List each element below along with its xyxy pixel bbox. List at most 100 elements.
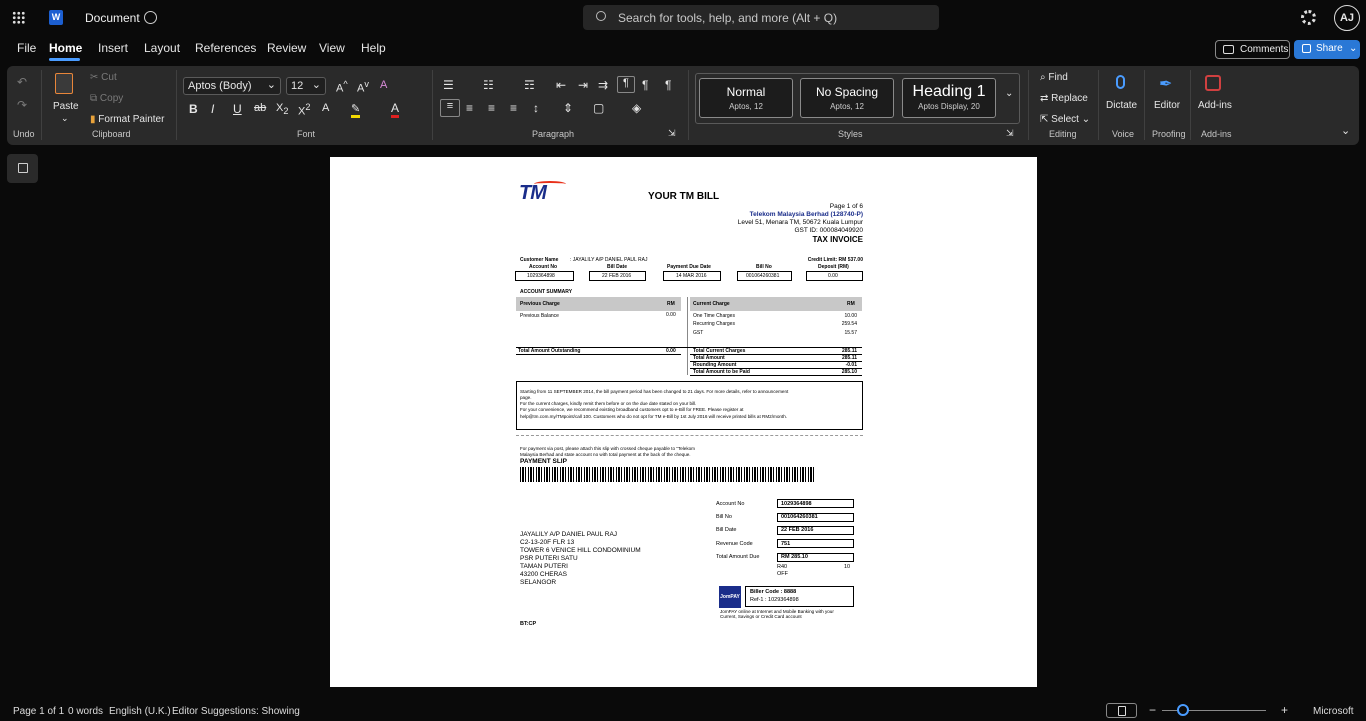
- app-launcher-icon[interactable]: [12, 11, 25, 24]
- zoom-out-icon[interactable]: −: [1149, 703, 1156, 717]
- menu-references[interactable]: References: [195, 41, 256, 55]
- menu-help[interactable]: Help: [361, 41, 386, 55]
- find-button[interactable]: ⌕ Find: [1040, 72, 1068, 83]
- borders-icon[interactable]: ▢: [593, 101, 604, 115]
- paragraph-spacing-icon[interactable]: ⇕: [563, 101, 573, 115]
- editor-suggestions[interactable]: Editor Suggestions: Showing: [172, 706, 300, 717]
- share-button[interactable]: Share ⌄: [1294, 40, 1360, 59]
- menu-file[interactable]: File: [17, 41, 36, 55]
- align-right-icon[interactable]: ≡: [488, 101, 495, 115]
- strikethrough-icon[interactable]: ab: [254, 102, 266, 114]
- style-heading-1[interactable]: Heading 1 Aptos Display, 20: [902, 78, 996, 118]
- highlight-icon[interactable]: ✎: [351, 102, 361, 118]
- line-spacing-icon[interactable]: ↕: [533, 101, 539, 115]
- settings-gear-icon[interactable]: [1301, 10, 1316, 25]
- slip-label: Account No: [716, 501, 745, 507]
- styles-launcher-icon[interactable]: ⇲: [1006, 128, 1014, 139]
- replace-button[interactable]: ⇄ Replace: [1040, 93, 1088, 104]
- multilevel-list-icon[interactable]: ☶: [524, 78, 535, 92]
- cut-line: [516, 435, 863, 436]
- focus-view-icon[interactable]: [1106, 703, 1137, 718]
- font-color-icon[interactable]: A: [391, 101, 400, 118]
- ltr-icon[interactable]: ⇉: [598, 78, 608, 92]
- numbering-icon[interactable]: ☷: [483, 78, 494, 92]
- font-name-select[interactable]: Aptos (Body) ⌄: [183, 77, 281, 95]
- ribbon-collapse-icon[interactable]: ⌄: [1341, 124, 1350, 137]
- search-placeholder: Search for tools, help, and more (Alt + …: [618, 11, 838, 25]
- decrease-indent-icon[interactable]: ⇤: [556, 78, 566, 92]
- editor-pen-icon[interactable]: ✒: [1159, 74, 1172, 94]
- menu-review[interactable]: Review: [267, 41, 306, 55]
- microphone-icon[interactable]: [1116, 75, 1125, 89]
- style-normal[interactable]: Normal Aptos, 12: [699, 78, 793, 118]
- search-box[interactable]: Search for tools, help, and more (Alt + …: [583, 5, 939, 30]
- editor-button[interactable]: Editor: [1154, 100, 1180, 111]
- shrink-font-icon[interactable]: Av: [357, 79, 369, 95]
- cut-button[interactable]: ✂ Cut: [90, 72, 117, 83]
- replace-icon: ⇄: [1040, 93, 1049, 104]
- superscript-icon[interactable]: X2: [298, 102, 310, 118]
- italic-icon[interactable]: I: [211, 102, 214, 116]
- bullets-icon[interactable]: ☰: [443, 78, 454, 92]
- rtl-icon[interactable]: ¶: [642, 78, 648, 92]
- language[interactable]: English (U.K.): [109, 706, 171, 717]
- deposit-value: 0.00: [828, 273, 838, 279]
- grow-font-icon[interactable]: A^: [336, 79, 348, 95]
- bold-icon[interactable]: B: [189, 102, 198, 116]
- paste-dropdown-icon[interactable]: ⌄: [61, 113, 69, 124]
- zoom-thumb[interactable]: [1177, 704, 1189, 716]
- subscript-icon[interactable]: X2: [276, 102, 288, 116]
- underline-icon[interactable]: U: [233, 102, 242, 116]
- font-size-select[interactable]: 12 ⌄: [286, 77, 326, 95]
- show-marks-icon[interactable]: ¶: [665, 78, 671, 92]
- page-count[interactable]: Page 1 of 1: [13, 706, 64, 717]
- paragraph-launcher-icon[interactable]: ⇲: [668, 128, 676, 139]
- shading-icon[interactable]: ◈: [632, 101, 641, 115]
- increase-indent-icon[interactable]: ⇥: [578, 78, 588, 92]
- summary-title: ACCOUNT SUMMARY: [520, 289, 573, 295]
- format-painter-button[interactable]: ▮ Format Painter: [90, 114, 164, 125]
- menu-layout[interactable]: Layout: [144, 41, 180, 55]
- align-center-icon[interactable]: ≡: [466, 101, 473, 115]
- paste-button[interactable]: Paste: [53, 101, 79, 112]
- menu-view[interactable]: View: [319, 41, 345, 55]
- gst-id: GST ID: 000084049920: [794, 227, 863, 234]
- style-sub: Aptos Display, 20: [918, 102, 980, 111]
- document-title[interactable]: Document: [85, 11, 140, 25]
- word-count[interactable]: 0 words: [68, 706, 103, 717]
- slip-label: Total Amount Due: [716, 554, 760, 560]
- paste-icon[interactable]: [55, 73, 73, 94]
- comments-button[interactable]: Comments: [1215, 40, 1290, 59]
- style-no-spacing[interactable]: No Spacing Aptos, 12: [800, 78, 894, 118]
- address-line: JAYALILY A/P DANIEL PAUL RAJ: [520, 531, 618, 538]
- document-page[interactable]: TM YOUR TM BILL Page 1 of 6 Telekom Mala…: [330, 157, 1037, 687]
- copy-button[interactable]: ⧉ Copy: [90, 93, 123, 104]
- divider: [1098, 70, 1099, 140]
- off-code: OFF: [777, 571, 788, 577]
- menu-insert[interactable]: Insert: [98, 41, 128, 55]
- redo-icon[interactable]: ↷: [17, 98, 27, 112]
- share-label: Share: [1316, 43, 1343, 54]
- rtl-toggle-icon[interactable]: ¶: [617, 76, 635, 93]
- recurring-label: Recurring Charges: [693, 321, 735, 327]
- select-button[interactable]: ⇱ Select ⌄: [1040, 114, 1090, 125]
- clear-formatting-icon[interactable]: A: [380, 79, 387, 91]
- chevron-down-icon: ⌄: [266, 79, 276, 91]
- zoom-in-icon[interactable]: +: [1281, 703, 1288, 717]
- align-left-icon[interactable]: ≡: [440, 99, 460, 117]
- dictate-button[interactable]: Dictate: [1106, 100, 1137, 111]
- slip-value: 001064260381: [781, 514, 818, 520]
- addins-button[interactable]: Add-ins: [1198, 100, 1232, 111]
- gst-label: GST: [693, 330, 704, 336]
- navigation-pane-icon[interactable]: [7, 154, 38, 183]
- styles-expand-icon[interactable]: ⌄: [1005, 88, 1013, 99]
- addins-grid-icon[interactable]: [1205, 75, 1221, 91]
- style-name: Heading 1: [912, 83, 986, 100]
- undo-icon[interactable]: ↶: [17, 75, 27, 89]
- saved-status-icon[interactable]: [144, 11, 157, 24]
- menu-home[interactable]: Home: [49, 41, 82, 55]
- justify-icon[interactable]: ≡: [510, 101, 517, 115]
- avatar[interactable]: AJ: [1334, 5, 1360, 31]
- notice-line: page.: [520, 395, 532, 400]
- slip-label: Revenue Code: [716, 541, 753, 547]
